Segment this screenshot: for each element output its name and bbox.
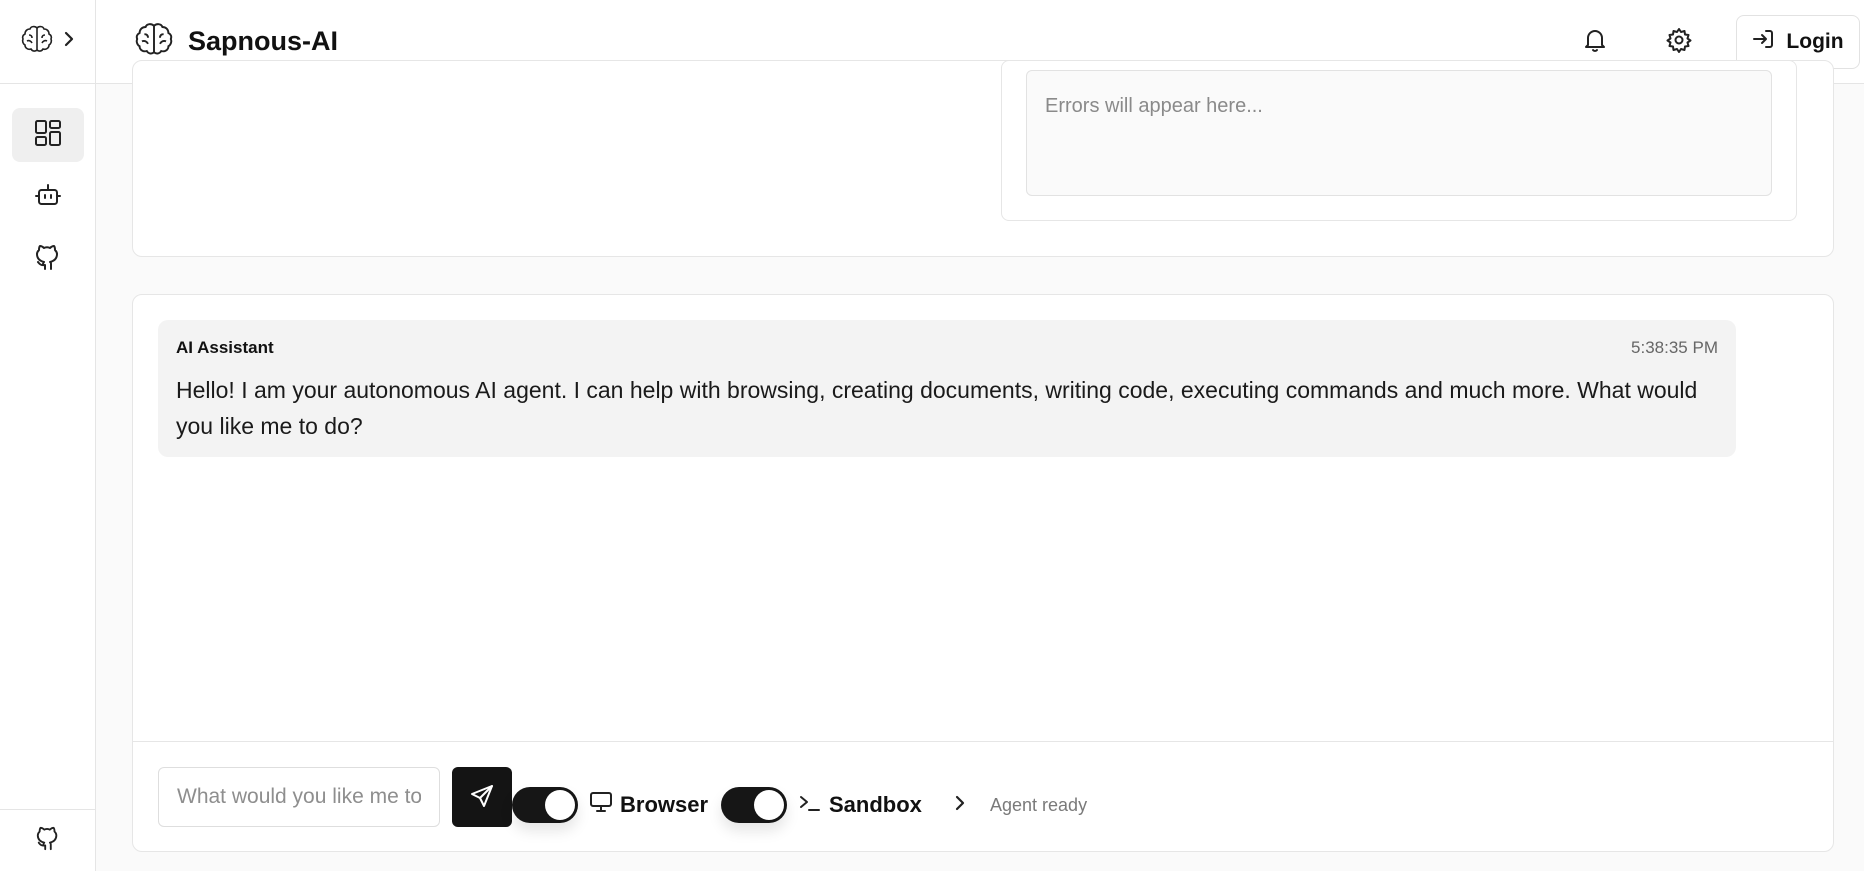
sidebar-footer — [0, 809, 95, 871]
github-icon — [34, 242, 62, 277]
send-button[interactable] — [452, 767, 512, 827]
app-title: Sapnous-AI — [188, 26, 339, 56]
bot-icon — [34, 181, 62, 214]
sandbox-label: Sandbox — [829, 792, 922, 817]
bell-icon — [1583, 27, 1607, 58]
agent-status: Agent ready — [954, 787, 1087, 823]
terminal-icon — [799, 792, 821, 818]
sandbox-toggle[interactable] — [721, 787, 787, 823]
divider — [133, 741, 1833, 742]
message-timestamp: 5:38:35 PM — [1631, 338, 1718, 357]
chat-input-bar: Browser Sandbox Agent ready — [158, 767, 1833, 829]
message-text: Hello! I am your autonomous AI agent. I … — [176, 377, 1698, 439]
chevron-right-icon[interactable] — [954, 794, 966, 817]
sidebar — [0, 0, 96, 871]
chevron-right-icon[interactable] — [63, 30, 75, 53]
send-icon — [469, 783, 495, 812]
message-header: AI Assistant 5:38:35 PM — [176, 338, 1718, 358]
sidebar-nav — [0, 84, 95, 286]
dashboard-icon — [34, 119, 62, 152]
login-icon — [1752, 28, 1774, 56]
error-output: Errors will appear here... — [1026, 70, 1772, 196]
sandbox-toggle-label[interactable]: Sandbox — [799, 787, 922, 823]
error-placeholder: Errors will appear here... — [1045, 95, 1263, 117]
chat-message: AI Assistant 5:38:35 PM Hello! I am your… — [158, 320, 1736, 457]
browser-toggle[interactable] — [512, 787, 578, 823]
brain-icon — [134, 21, 174, 62]
github-icon[interactable] — [35, 824, 61, 857]
sidebar-header — [0, 0, 95, 84]
brain-icon[interactable] — [21, 24, 53, 59]
login-label: Login — [1786, 30, 1844, 53]
browser-toggle-label[interactable]: Browser — [590, 787, 708, 823]
toggle-knob — [754, 790, 784, 820]
browser-label: Browser — [620, 792, 709, 817]
message-sender: AI Assistant — [176, 338, 274, 357]
toggle-knob — [545, 790, 575, 820]
brand[interactable]: Sapnous-AI — [134, 21, 338, 62]
sidebar-item-github[interactable] — [12, 232, 84, 286]
chat-panel: AI Assistant 5:38:35 PM Hello! I am your… — [132, 294, 1834, 852]
status-text: Agent ready — [990, 794, 1088, 815]
monitor-icon — [590, 792, 612, 818]
gear-icon — [1666, 27, 1692, 58]
sidebar-item-agent[interactable] — [12, 170, 84, 224]
sidebar-item-dashboard[interactable] — [12, 108, 84, 162]
chat-input[interactable] — [158, 767, 440, 827]
